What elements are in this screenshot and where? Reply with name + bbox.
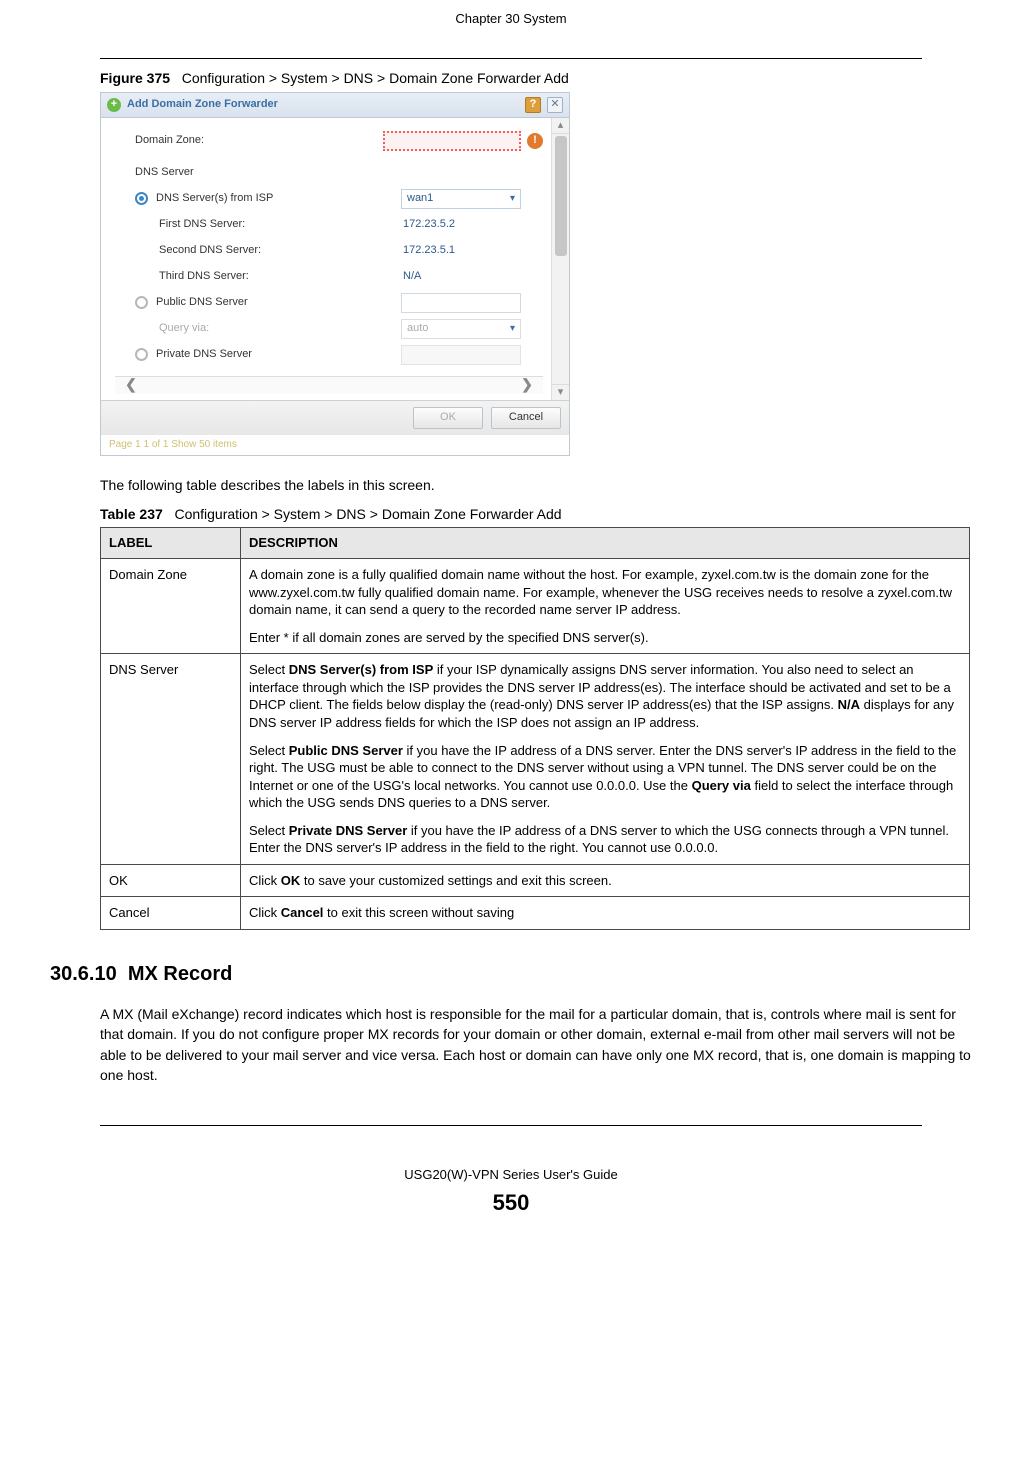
query-via-value: auto — [407, 321, 428, 336]
query-via-label: Query via: — [159, 321, 401, 336]
scroll-down-icon[interactable]: ▾ — [552, 384, 569, 400]
desc-para: Select Private DNS Server if you have th… — [249, 822, 961, 857]
row-description: A domain zone is a fully qualified domai… — [241, 559, 970, 654]
first-dns-label: First DNS Server: — [159, 217, 401, 232]
wan-select-value: wan1 — [407, 191, 433, 206]
dialog-status-bar: Page 1 1 of 1 Show 50 items — [101, 435, 569, 455]
vertical-scrollbar[interactable]: ▴ ▾ — [551, 118, 569, 400]
radio-isp[interactable] — [135, 192, 148, 205]
domain-zone-input[interactable] — [383, 131, 521, 151]
table-row: OK Click OK to save your customized sett… — [101, 864, 970, 897]
description-table: LABEL DESCRIPTION Domain Zone A domain z… — [100, 527, 970, 930]
bottom-rule — [100, 1125, 922, 1126]
desc-para: Enter * if all domain zones are served b… — [249, 629, 961, 647]
radio-isp-label: DNS Server(s) from ISP — [156, 191, 401, 206]
private-dns-input[interactable] — [401, 345, 521, 365]
dialog-titlebar: + Add Domain Zone Forwarder ? ✕ — [101, 93, 569, 118]
table-label: Table 237 — [100, 506, 163, 522]
radio-private-label: Private DNS Server — [156, 347, 401, 362]
warning-icon: ! — [527, 133, 543, 149]
chevron-down-icon: ▾ — [510, 322, 515, 336]
add-icon: + — [107, 98, 121, 112]
first-dns-value: 172.23.5.2 — [401, 217, 521, 232]
section-body: A MX (Mail eXchange) record indicates wh… — [100, 1004, 972, 1085]
table-caption-text: Configuration > System > DNS > Domain Zo… — [174, 506, 561, 522]
radio-public[interactable] — [135, 296, 148, 309]
section-heading: 30.6.10 MX Record — [50, 960, 972, 988]
row-description: Select DNS Server(s) from ISP if your IS… — [241, 654, 970, 864]
table-header-row: LABEL DESCRIPTION — [101, 527, 970, 558]
scroll-right-icon[interactable]: ❯ — [517, 375, 537, 395]
section-title: MX Record — [128, 963, 232, 985]
dns-server-heading: DNS Server — [135, 165, 194, 180]
third-dns-label: Third DNS Server: — [159, 269, 401, 284]
figure-label: Figure 375 — [100, 70, 170, 86]
row-label: Cancel — [101, 897, 241, 930]
desc-para: Select DNS Server(s) from ISP if your IS… — [249, 661, 961, 731]
row-label: Domain Zone — [101, 559, 241, 654]
row-description: Click Cancel to exit this screen without… — [241, 897, 970, 930]
page-number: 550 — [50, 1188, 972, 1219]
row-label: OK — [101, 864, 241, 897]
desc-para: A domain zone is a fully qualified domai… — [249, 566, 961, 619]
help-icon[interactable]: ? — [525, 97, 541, 113]
chapter-header: Chapter 30 System — [50, 10, 972, 28]
header-description: DESCRIPTION — [241, 527, 970, 558]
ok-button[interactable]: OK — [413, 407, 483, 429]
radio-public-label: Public DNS Server — [156, 295, 401, 310]
third-dns-value: N/A — [401, 269, 521, 284]
row-description: Click OK to save your customized setting… — [241, 864, 970, 897]
figure-caption: Figure 375 Configuration > System > DNS … — [100, 69, 972, 89]
public-dns-input[interactable] — [401, 293, 521, 313]
wan-select[interactable]: wan1 ▾ — [401, 189, 521, 209]
dialog-footer: OK Cancel — [101, 400, 569, 435]
chevron-down-icon: ▾ — [510, 192, 515, 206]
dialog-title: Add Domain Zone Forwarder — [127, 97, 519, 112]
table-row: DNS Server Select DNS Server(s) from ISP… — [101, 654, 970, 864]
row-label: DNS Server — [101, 654, 241, 864]
second-dns-label: Second DNS Server: — [159, 243, 401, 258]
scroll-thumb[interactable] — [555, 136, 567, 256]
table-row: Domain Zone A domain zone is a fully qua… — [101, 559, 970, 654]
query-via-select[interactable]: auto ▾ — [401, 319, 521, 339]
second-dns-value: 172.23.5.1 — [401, 243, 521, 258]
top-rule — [100, 58, 922, 59]
radio-private[interactable] — [135, 348, 148, 361]
domain-zone-forwarder-dialog: + Add Domain Zone Forwarder ? ✕ Domain Z… — [100, 92, 570, 456]
domain-zone-label: Domain Zone: — [135, 133, 383, 148]
figure-caption-text: Configuration > System > DNS > Domain Zo… — [182, 70, 569, 86]
scroll-up-icon[interactable]: ▴ — [552, 118, 569, 134]
table-caption: Table 237 Configuration > System > DNS >… — [100, 505, 972, 525]
desc-para: Select Public DNS Server if you have the… — [249, 742, 961, 812]
close-icon[interactable]: ✕ — [547, 97, 563, 113]
cancel-button[interactable]: Cancel — [491, 407, 561, 429]
footer-guide-title: USG20(W)-VPN Series User's Guide — [50, 1166, 972, 1184]
header-label: LABEL — [101, 527, 241, 558]
scroll-left-icon[interactable]: ❮ — [121, 375, 141, 395]
table-intro-text: The following table describes the labels… — [100, 476, 972, 496]
table-row: Cancel Click Cancel to exit this screen … — [101, 897, 970, 930]
section-number: 30.6.10 — [50, 963, 117, 985]
